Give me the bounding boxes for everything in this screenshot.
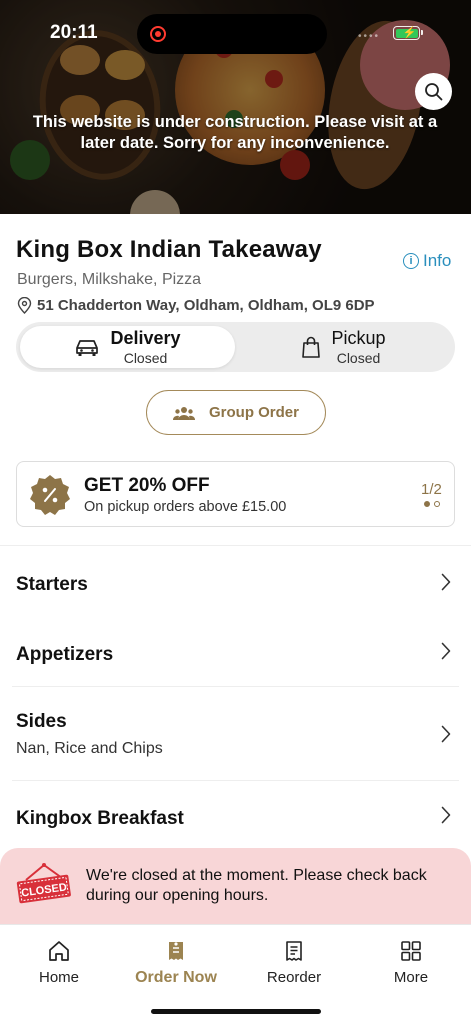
- category-name: Sides: [16, 711, 67, 732]
- nav-home[interactable]: Home: [9, 939, 109, 986]
- discount-badge-icon: [30, 475, 70, 515]
- address-text: 51 Chadderton Way, Oldham, Oldham, OL9 6…: [37, 297, 375, 314]
- construction-notice: This website is under construction. Plea…: [32, 113, 438, 152]
- promo-title: GET 20% OFF: [84, 475, 210, 496]
- chevron-right-icon: [441, 806, 451, 824]
- home-icon: [49, 941, 69, 961]
- delivery-label: Delivery: [110, 328, 181, 348]
- nav-more[interactable]: More: [361, 939, 461, 986]
- category-sides[interactable]: Sides Nan, Rice and Chips: [0, 687, 471, 780]
- info-label: Info: [423, 251, 452, 270]
- cuisine-list: Burgers, Milkshake, Pizza: [17, 271, 202, 288]
- category-appetizers[interactable]: Appetizers: [0, 624, 471, 686]
- order-icon: [169, 942, 183, 960]
- promo-page-indicator: 1/2: [421, 481, 442, 498]
- closed-message: We're closed at the moment. Please check…: [86, 867, 427, 904]
- category-name: Starters: [16, 574, 88, 595]
- car-icon: [76, 340, 99, 356]
- group-order-label: Group Order: [208, 404, 299, 421]
- nav-order-now[interactable]: Order Now: [126, 939, 226, 987]
- status-time: 20:11: [50, 22, 98, 43]
- category-description: Nan, Rice and Chips: [16, 740, 163, 757]
- category-name: Kingbox Breakfast: [16, 808, 184, 829]
- group-order-button[interactable]: Group Order: [146, 390, 326, 435]
- signal-icon: ••••: [358, 31, 381, 42]
- closed-banner: CLOSED We're closed at the moment. Pleas…: [0, 848, 471, 928]
- promo-pagination-dots: [424, 501, 440, 507]
- pickup-option[interactable]: Pickup Closed: [236, 326, 451, 368]
- receipt-icon: [286, 941, 302, 961]
- fulfilment-toggle: Delivery Closed Pickup Closed: [16, 322, 455, 372]
- chevron-right-icon: [441, 725, 451, 743]
- nav-label: Home: [38, 969, 79, 986]
- search-button[interactable]: [415, 73, 452, 110]
- recording-indicator-icon: [150, 26, 166, 42]
- delivery-option[interactable]: Delivery Closed: [20, 326, 235, 368]
- pickup-status: Closed: [336, 350, 381, 366]
- nav-label: Order Now: [135, 969, 217, 986]
- promo-card[interactable]: GET 20% OFF On pickup orders above £15.0…: [16, 461, 455, 527]
- search-icon: [425, 83, 443, 101]
- promo-subtitle: On pickup orders above £15.00: [84, 499, 287, 515]
- closed-sign-icon: CLOSED: [16, 863, 71, 904]
- pickup-label: Pickup: [331, 328, 386, 348]
- nav-label: Reorder: [266, 969, 322, 986]
- restaurant-name: King Box Indian Takeaway: [16, 236, 322, 263]
- info-link[interactable]: i Info: [403, 251, 451, 271]
- nav-reorder[interactable]: Reorder: [244, 939, 344, 986]
- restaurant-address: 51 Chadderton Way, Oldham, Oldham, OL9 6…: [17, 297, 375, 314]
- shopping-bag-icon: [302, 336, 321, 358]
- group-icon: [172, 406, 195, 420]
- battery-icon: ⚡: [393, 26, 423, 40]
- chevron-right-icon: [441, 573, 451, 591]
- dynamic-island: [137, 14, 327, 54]
- category-starters[interactable]: Starters: [0, 546, 471, 624]
- category-kingbox-breakfast[interactable]: Kingbox Breakfast: [0, 781, 471, 848]
- category-name: Appetizers: [16, 644, 114, 665]
- nav-label: More: [393, 969, 429, 986]
- location-pin-icon: [17, 297, 32, 314]
- home-indicator: [151, 1009, 321, 1014]
- info-icon: i: [403, 253, 419, 269]
- grid-icon: [401, 941, 421, 961]
- chevron-right-icon: [441, 642, 451, 660]
- delivery-status: Closed: [123, 350, 168, 366]
